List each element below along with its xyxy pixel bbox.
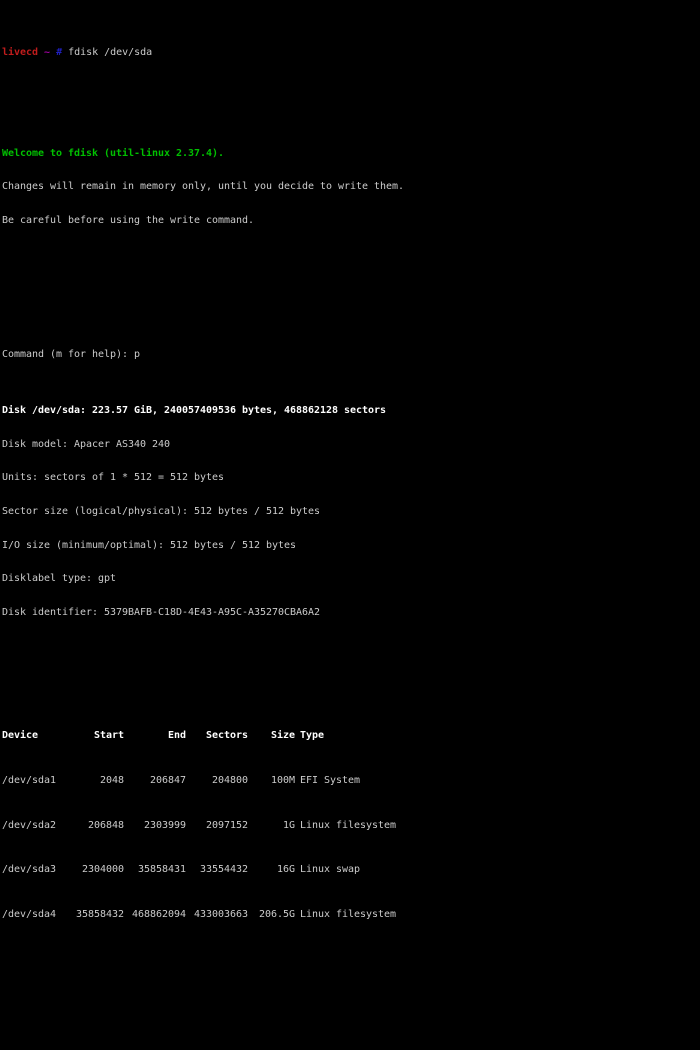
- cell-type: EFI System: [300, 774, 361, 786]
- cell-device: /dev/sda3: [2, 864, 57, 876]
- cell-device: /dev/sda1: [2, 774, 57, 786]
- table-row: /dev/sda2 206848 2303999 2097152 1G Linux fil…: [2, 820, 700, 831]
- shell-prompt-line: livecd ~ # fdisk /dev/sda: [2, 47, 700, 58]
- fdisk-note-line-2: Be careful before using the write comman…: [2, 214, 255, 226]
- cell-end: 206847: [149, 774, 186, 786]
- cell-size: 16G: [276, 864, 295, 876]
- command-entered-value: p: [134, 349, 141, 361]
- header-type: Type: [300, 729, 325, 741]
- partition-table-header: Device Start End Sectors Size Type: [2, 730, 700, 741]
- cell-start: 206848: [87, 819, 124, 831]
- fdisk-note-line-1: Changes will remain in memory only, unti…: [2, 181, 405, 193]
- cell-sectors: 2097152: [205, 819, 248, 831]
- cell-start: 2048: [99, 774, 124, 786]
- cell-device: /dev/sda4: [2, 909, 57, 921]
- spacer-line-4: [2, 652, 700, 663]
- cell-end: 468862094: [131, 909, 186, 921]
- command-prompt-label: Command (m for help):: [2, 349, 135, 361]
- header-end: End: [167, 729, 186, 741]
- spacer-line-5: [2, 976, 700, 987]
- cell-size: 206.5G: [258, 909, 295, 921]
- table-row: /dev/sda3 2304000 35858431 33554432 16G Linux…: [2, 864, 700, 875]
- spacer-line-1: [2, 92, 700, 103]
- terminal-screen[interactable]: livecd ~ # fdisk /dev/sda Welcome to fdi…: [0, 0, 700, 920]
- cell-end: 35858431: [137, 864, 186, 876]
- cell-end: 2303999: [143, 819, 186, 831]
- cell-device: /dev/sda2: [2, 819, 57, 831]
- spacer-line-2: [2, 260, 700, 271]
- spacer-line-6: [2, 1010, 700, 1021]
- cell-start: 2304000: [81, 864, 124, 876]
- partition-table: Device Start End Sectors Size Type /dev/sda1 2…: [2, 708, 700, 943]
- header-device: Device: [2, 729, 39, 741]
- header-size: Size: [270, 729, 295, 741]
- spacer-line-3: [2, 293, 700, 304]
- disk-sector-size-line: Sector size (logical/physical): 512 byte…: [2, 505, 321, 517]
- table-row: /dev/sda1 2048 206847 204800 100M EFI System: [2, 775, 700, 786]
- cell-sectors: 204800: [211, 774, 248, 786]
- fdisk-welcome-line: Welcome to fdisk (util-linux 2.37.4).: [2, 147, 225, 159]
- disk-model-line: Disk model: Apacer AS340 240: [2, 438, 171, 450]
- header-sectors: Sectors: [205, 729, 248, 741]
- prompt-command: fdisk /dev/sda: [68, 46, 153, 58]
- cell-type: Linux swap: [300, 864, 361, 876]
- cell-size: 100M: [270, 774, 295, 786]
- disk-io-size-line: I/O size (minimum/optimal): 512 bytes / …: [2, 539, 297, 551]
- cell-type: Linux filesystem: [300, 819, 397, 831]
- disk-summary-line: Disk /dev/sda: 223.57 GiB, 240057409536 …: [2, 405, 387, 417]
- disk-units-line: Units: sectors of 1 * 512 = 512 bytes: [2, 472, 225, 484]
- cell-sectors: 33554432: [199, 864, 248, 876]
- cell-type: Linux filesystem: [300, 909, 397, 921]
- disk-identifier-line: Disk identifier: 5379BAFB-C18D-4E43-A95C…: [2, 606, 321, 618]
- disk-label-type-line: Disklabel type: gpt: [2, 573, 117, 585]
- cell-sectors: 433003663: [193, 909, 248, 921]
- header-start: Start: [93, 729, 124, 741]
- cell-start: 35858432: [75, 909, 124, 921]
- prompt-host: livecd: [2, 46, 39, 58]
- cell-size: 1G: [282, 819, 295, 831]
- command-echo-line: Command (m for help): p: [2, 349, 700, 360]
- table-row: /dev/sda4 35858432 468862094 433003663 206.5…: [2, 909, 700, 920]
